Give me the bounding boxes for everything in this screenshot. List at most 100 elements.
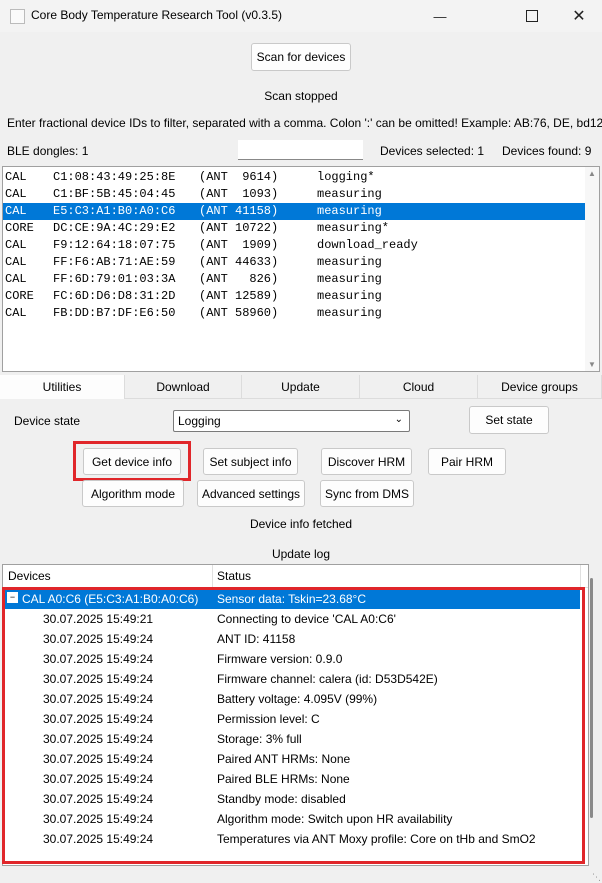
device-state: logging* bbox=[317, 170, 375, 184]
log-entry-time: 30.07.2025 15:49:24 bbox=[43, 692, 154, 706]
device-state-select[interactable]: Logging ⌄ bbox=[173, 410, 410, 432]
device-row[interactable]: CAL C1:08:43:49:25:8E (ANT 9614) logging* bbox=[3, 169, 585, 186]
device-mac: FB:DD:B7:DF:E6:50 bbox=[53, 306, 176, 320]
scan-status: Scan stopped bbox=[264, 89, 338, 103]
device-state: measuring bbox=[317, 289, 382, 303]
device-list-scrollbar[interactable]: ▲ ▼ bbox=[585, 167, 599, 371]
scroll-down-icon[interactable]: ▼ bbox=[588, 360, 596, 369]
tab-download[interactable]: Download bbox=[125, 375, 242, 399]
discover-hrm-button[interactable]: Discover HRM bbox=[321, 448, 412, 475]
log-entry-status: Paired ANT HRMs: None bbox=[217, 752, 351, 766]
log-entry-row[interactable]: 30.07.2025 15:49:24 Standby mode: disable… bbox=[3, 789, 580, 809]
devices-found-count: Devices found: 9 bbox=[502, 144, 592, 158]
device-state: measuring bbox=[317, 272, 382, 286]
device-mac: DC:CE:9A:4C:29:E2 bbox=[53, 221, 176, 235]
log-parent-row[interactable]: − CAL A0:C6 (E5:C3:A1:B0:A0:C6) Sensor d… bbox=[3, 589, 580, 609]
sync-from-dms-button[interactable]: Sync from DMS bbox=[320, 480, 414, 507]
log-entry-time: 30.07.2025 15:49:24 bbox=[43, 672, 154, 686]
log-entry-row[interactable]: 30.07.2025 15:49:24 Storage: 3% full bbox=[3, 729, 580, 749]
column-status[interactable]: Status bbox=[217, 569, 251, 583]
log-entry-row[interactable]: 30.07.2025 15:49:24 Algorithm mode: Switc… bbox=[3, 809, 580, 829]
resize-grip-icon[interactable]: ⋱ bbox=[592, 872, 601, 883]
device-mac: FF:F6:AB:71:AE:59 bbox=[53, 255, 176, 269]
log-entry-row[interactable]: 30.07.2025 15:49:24 Temperatures via ANT … bbox=[3, 829, 580, 849]
device-state: measuring bbox=[317, 204, 382, 218]
device-type: CORE bbox=[5, 289, 34, 303]
log-entry-time: 30.07.2025 15:49:21 bbox=[43, 612, 154, 626]
device-type: CAL bbox=[5, 272, 27, 286]
log-entry-status: Storage: 3% full bbox=[217, 732, 302, 746]
scan-for-devices-button[interactable]: Scan for devices bbox=[251, 43, 351, 71]
device-list[interactable]: CAL C1:08:43:49:25:8E (ANT 9614) logging* CA… bbox=[2, 166, 600, 372]
log-entry-time: 30.07.2025 15:49:24 bbox=[43, 712, 154, 726]
device-ant: (ANT 1093) bbox=[199, 187, 279, 201]
log-entry-time: 30.07.2025 15:49:24 bbox=[43, 812, 154, 826]
device-ant: (ANT 58960) bbox=[199, 306, 279, 320]
update-log-table[interactable]: Devices Status − CAL A0:C6 (E5:C3:A1:B0:… bbox=[2, 564, 589, 866]
device-state-label: Device state bbox=[14, 414, 81, 428]
scroll-up-icon[interactable]: ▲ bbox=[588, 169, 596, 178]
get-device-info-button[interactable]: Get device info bbox=[83, 448, 181, 475]
device-row[interactable]: CAL F9:12:64:18:07:75 (ANT 1909) download_r… bbox=[3, 237, 585, 254]
device-mac: F9:12:64:18:07:75 bbox=[53, 238, 176, 252]
tab-bar: Utilities Download Update Cloud Device g… bbox=[0, 375, 602, 399]
device-mac: C1:BF:5B:45:04:45 bbox=[53, 187, 176, 201]
log-entry-row[interactable]: 30.07.2025 15:49:24 Firmware version: 0.9… bbox=[3, 649, 580, 669]
log-entry-status: Firmware version: 0.9.0 bbox=[217, 652, 343, 666]
tab-update[interactable]: Update bbox=[242, 375, 360, 399]
device-ant: (ANT 44633) bbox=[199, 255, 279, 269]
log-entry-row[interactable]: 30.07.2025 15:49:21 Connecting to device … bbox=[3, 609, 580, 629]
device-type: CAL bbox=[5, 255, 27, 269]
log-parent-status: Sensor data: Tskin=23.68°C bbox=[217, 592, 367, 606]
device-row[interactable]: CORE DC:CE:9A:4C:29:E2 (ANT 10722) measurin… bbox=[3, 220, 585, 237]
set-state-button[interactable]: Set state bbox=[469, 406, 549, 434]
device-type: CAL bbox=[5, 204, 27, 218]
log-entry-row[interactable]: 30.07.2025 15:49:24 Permission level: C bbox=[3, 709, 580, 729]
device-type: CAL bbox=[5, 306, 27, 320]
device-state: download_ready bbox=[317, 238, 418, 252]
log-header: Devices Status bbox=[3, 565, 588, 588]
log-entry-status: Battery voltage: 4.095V (99%) bbox=[217, 692, 378, 706]
filter-hint: Enter fractional device IDs to filter, s… bbox=[7, 116, 602, 130]
log-entry-row[interactable]: 30.07.2025 15:49:24 Paired ANT HRMs: None bbox=[3, 749, 580, 769]
log-entry-time: 30.07.2025 15:49:24 bbox=[43, 732, 154, 746]
log-entry-status: Standby mode: disabled bbox=[217, 792, 346, 806]
device-ant: (ANT 9614) bbox=[199, 170, 279, 184]
log-entry-row[interactable]: 30.07.2025 15:49:24 ANT ID: 41158 bbox=[3, 629, 580, 649]
device-mac: FC:6D:D6:D8:31:2D bbox=[53, 289, 176, 303]
device-row[interactable]: CAL E5:C3:A1:B0:A0:C6 (ANT 41158) measuring bbox=[3, 203, 585, 220]
tab-utilities[interactable]: Utilities bbox=[0, 375, 125, 399]
algorithm-mode-button[interactable]: Algorithm mode bbox=[82, 480, 184, 507]
maximize-icon[interactable] bbox=[509, 0, 555, 32]
device-mac: FF:6D:79:01:03:3A bbox=[53, 272, 176, 286]
advanced-settings-button[interactable]: Advanced settings bbox=[197, 480, 305, 507]
minimize-icon[interactable]: — bbox=[417, 0, 463, 32]
log-entry-row[interactable]: 30.07.2025 15:49:24 Paired BLE HRMs: None bbox=[3, 769, 580, 789]
chevron-down-icon: ⌄ bbox=[394, 414, 403, 425]
log-entry-status: Firmware channel: calera (id: D53D542E) bbox=[217, 672, 438, 686]
collapse-icon[interactable]: − bbox=[7, 592, 18, 603]
device-row[interactable]: CORE FC:6D:D6:D8:31:2D (ANT 12589) measurin… bbox=[3, 288, 585, 305]
log-entry-row[interactable]: 30.07.2025 15:49:24 Battery voltage: 4.09… bbox=[3, 689, 580, 709]
device-row[interactable]: CAL FF:6D:79:01:03:3A (ANT 826) measuring bbox=[3, 271, 585, 288]
column-devices[interactable]: Devices bbox=[8, 569, 51, 583]
devices-selected-count: Devices selected: 1 bbox=[380, 144, 485, 158]
pair-hrm-button[interactable]: Pair HRM bbox=[428, 448, 506, 475]
device-row[interactable]: CAL FF:F6:AB:71:AE:59 (ANT 44633) measuring bbox=[3, 254, 585, 271]
device-state: measuring bbox=[317, 306, 382, 320]
log-entry-time: 30.07.2025 15:49:24 bbox=[43, 772, 154, 786]
log-entry-status: Paired BLE HRMs: None bbox=[217, 772, 350, 786]
device-row[interactable]: CAL C1:BF:5B:45:04:45 (ANT 1093) measuring bbox=[3, 186, 585, 203]
close-icon[interactable]: ✕ bbox=[556, 0, 602, 32]
tab-device-groups[interactable]: Device groups bbox=[478, 375, 602, 399]
ble-dongles-count: BLE dongles: 1 bbox=[7, 144, 89, 158]
log-entry-row[interactable]: 30.07.2025 15:49:24 Firmware channel: cal… bbox=[3, 669, 580, 689]
device-ant: (ANT 1909) bbox=[199, 238, 279, 252]
device-filter-input[interactable] bbox=[238, 140, 363, 160]
set-subject-info-button[interactable]: Set subject info bbox=[203, 448, 298, 475]
tab-cloud[interactable]: Cloud bbox=[360, 375, 478, 399]
device-row[interactable]: CAL FB:DD:B7:DF:E6:50 (ANT 58960) measuring bbox=[3, 305, 585, 322]
device-state: measuring bbox=[317, 187, 382, 201]
device-ant: (ANT 12589) bbox=[199, 289, 279, 303]
log-scrollbar[interactable] bbox=[590, 578, 593, 818]
